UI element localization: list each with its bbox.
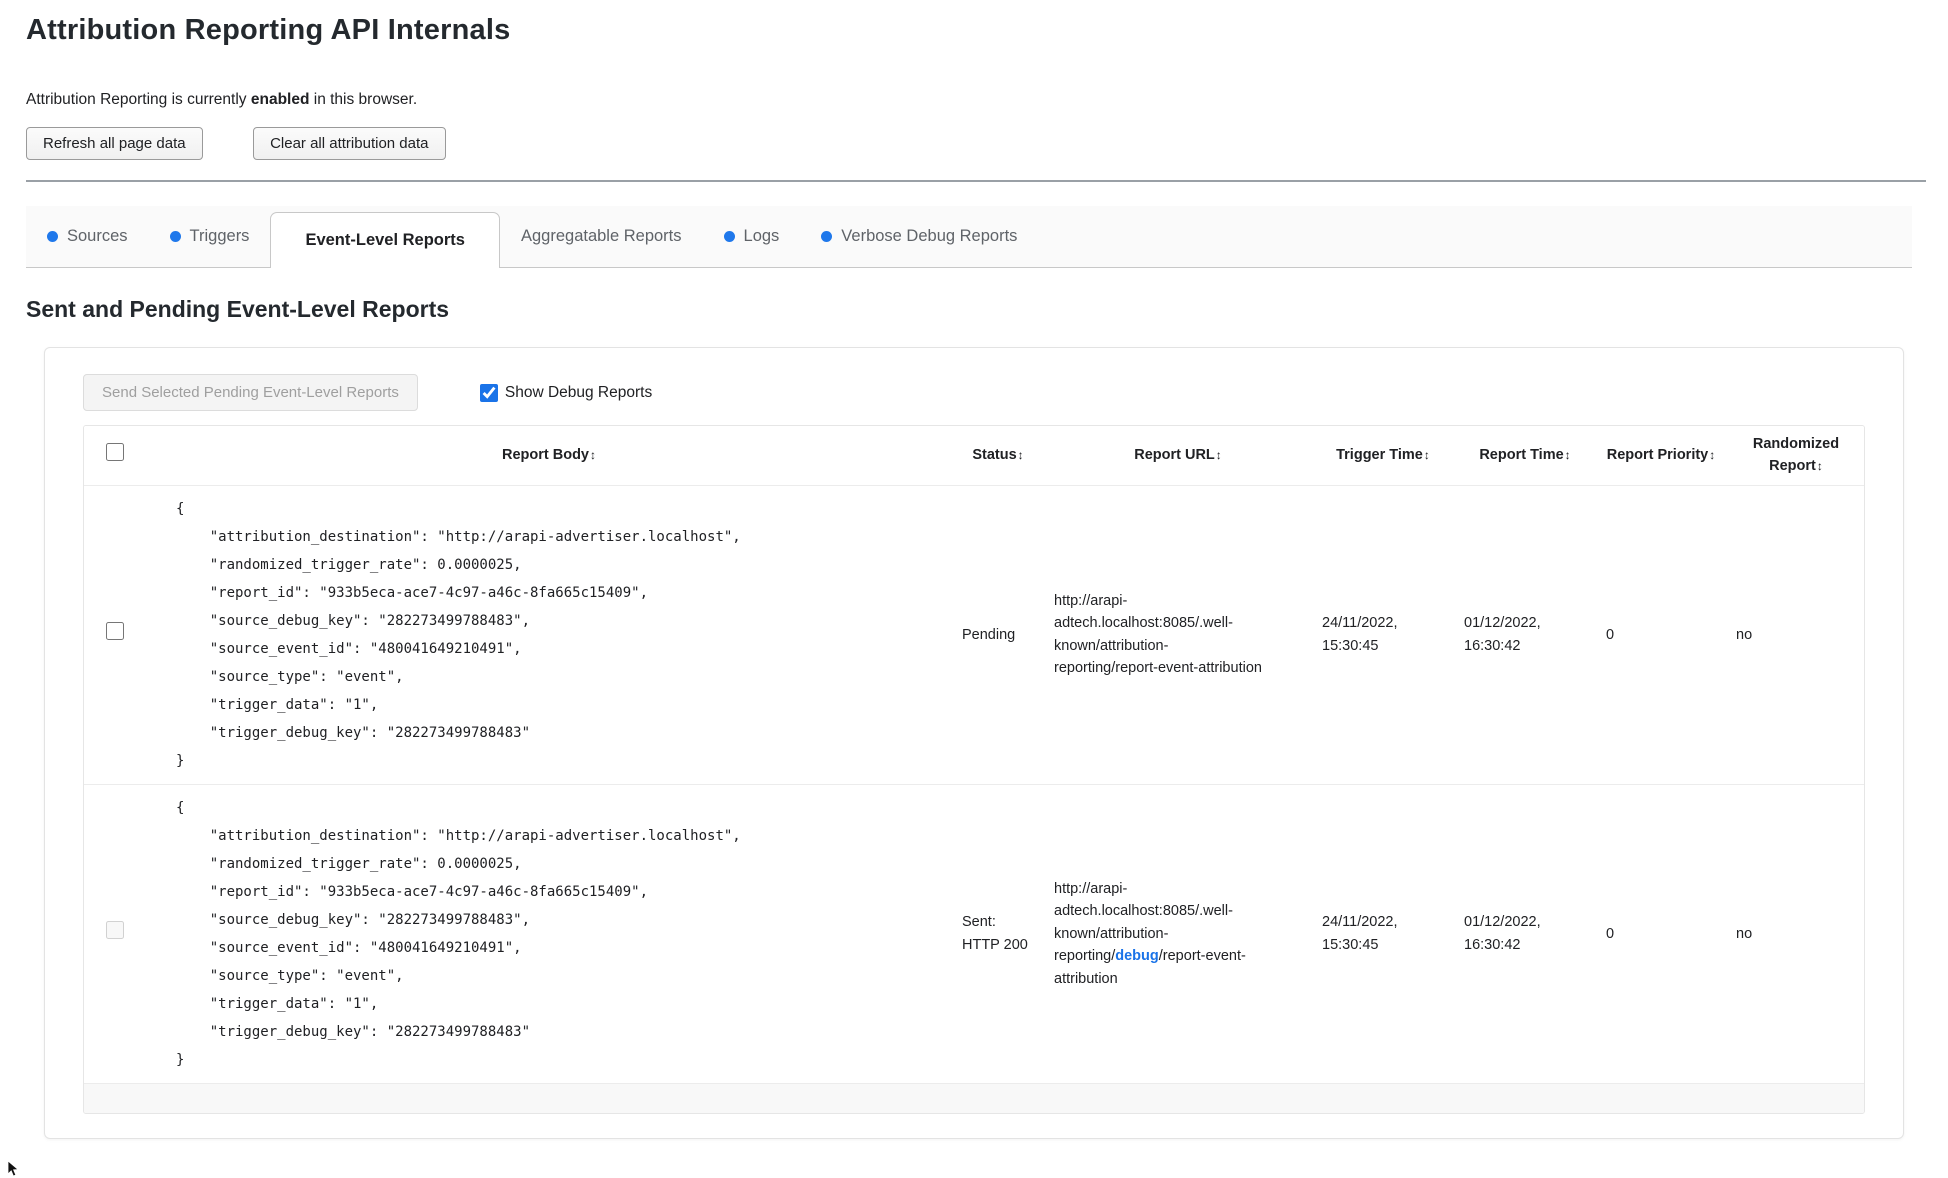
column-header-report-priority[interactable]: Report Priority↕ — [1596, 426, 1726, 486]
status-suffix: in this browser. — [309, 91, 418, 108]
report-body-json: { "attribution_destination": "http://ara… — [176, 500, 741, 769]
sort-icon: ↕ — [590, 448, 596, 463]
status-cell: Sent: HTTP 200 — [962, 914, 1028, 953]
report-priority-cell: 0 — [1606, 626, 1615, 643]
tab-logs[interactable]: Logs — [703, 206, 801, 267]
show-debug-label: Show Debug Reports — [504, 383, 653, 401]
debug-url-link[interactable]: debug — [1115, 948, 1159, 964]
send-selected-reports-button[interactable]: Send Selected Pending Event-Level Report… — [83, 374, 418, 411]
row-select-cell — [84, 784, 146, 1083]
tab-label: Aggregatable Reports — [520, 227, 682, 245]
status-prefix: Attribution Reporting is currently — [26, 91, 251, 108]
report-url-cell: http://arapi-adtech.localhost:8085/.well… — [1044, 485, 1312, 784]
blue-dot-icon — [169, 231, 181, 242]
tab-label: Event-Level Reports — [305, 231, 465, 249]
sort-icon: ↕ — [1215, 448, 1222, 463]
tab-aggregatable-reports[interactable]: Aggregatable Reports — [500, 206, 703, 267]
tab-verbose-debug-reports[interactable]: Verbose Debug Reports — [800, 206, 1038, 267]
refresh-all-button[interactable]: Refresh all page data — [26, 127, 203, 160]
trigger-time-cell: 24/11/2022, 15:30:45 — [1322, 615, 1398, 654]
top-button-row: Refresh all page data Clear all attribut… — [26, 127, 1922, 160]
tab-event-level-reports[interactable]: Event-Level Reports — [270, 212, 500, 268]
clear-all-button[interactable]: Clear all attribution data — [253, 127, 446, 160]
sort-icon: ↕ — [1816, 459, 1823, 474]
tab-strip: Sources Triggers Event-Level Reports Agg… — [26, 206, 1912, 268]
row-select-checkbox[interactable] — [106, 622, 124, 641]
page-divider — [26, 180, 1926, 182]
column-header-report-url[interactable]: Report URL↕ — [1044, 426, 1312, 486]
reports-table-container: Report Body↕ Status↕ Report URL↕ Trigger… — [83, 425, 1865, 1115]
tab-label: Sources — [67, 227, 128, 245]
sort-icon: ↕ — [1564, 448, 1571, 463]
column-header-trigger-time[interactable]: Trigger Time↕ — [1312, 426, 1454, 486]
reports-panel: Send Selected Pending Event-Level Report… — [44, 347, 1904, 1140]
tab-label: Logs — [743, 227, 780, 245]
randomized-report-cell: no — [1736, 626, 1753, 643]
column-header-randomized-report[interactable]: Randomized Report↕ — [1726, 426, 1864, 486]
row-select-cell — [84, 485, 146, 784]
report-url-text: http://arapi-adtech.localhost:8085/.well… — [1054, 593, 1262, 677]
sort-icon: ↕ — [1423, 448, 1430, 463]
select-all-header — [84, 426, 146, 486]
report-time-cell: 01/12/2022, 16:30:42 — [1464, 615, 1541, 654]
blue-dot-icon — [723, 231, 735, 242]
sort-icon: ↕ — [1017, 448, 1024, 463]
sort-icon: ↕ — [1709, 448, 1716, 463]
blue-dot-icon — [821, 231, 833, 242]
tab-label: Verbose Debug Reports — [841, 227, 1018, 245]
report-priority-cell: 0 — [1606, 925, 1615, 942]
reports-table: Report Body↕ Status↕ Report URL↕ Trigger… — [84, 426, 1864, 1114]
panel-controls: Send Selected Pending Event-Level Report… — [83, 374, 1865, 411]
report-body-cell: { "attribution_destination": "http://ara… — [146, 784, 952, 1083]
tab-sources[interactable]: Sources — [26, 206, 149, 267]
table-header-row: Report Body↕ Status↕ Report URL↕ Trigger… — [84, 426, 1864, 486]
report-time-cell: 01/12/2022, 16:30:42 — [1464, 914, 1541, 953]
report-row-pending: { "attribution_destination": "http://ara… — [84, 485, 1864, 785]
report-body-json: { "attribution_destination": "http://ara… — [176, 799, 741, 1068]
feature-status-text: Attribution Reporting is currently enabl… — [26, 91, 1922, 109]
tab-triggers[interactable]: Triggers — [149, 206, 271, 267]
randomized-report-cell: no — [1736, 925, 1753, 942]
status-enabled-emphasis: enabled — [250, 91, 310, 108]
tab-label: Triggers — [189, 227, 250, 245]
blue-dot-icon — [47, 231, 58, 242]
trigger-time-cell: 24/11/2022, 15:30:45 — [1322, 914, 1398, 953]
section-heading: Sent and Pending Event-Level Reports — [26, 296, 450, 322]
column-header-status[interactable]: Status↕ — [952, 426, 1044, 486]
report-row-sent: { "attribution_destination": "http://ara… — [84, 784, 1864, 1084]
show-debug-toggle[interactable]: Show Debug Reports — [479, 383, 653, 402]
page-title: Attribution Reporting API Internals — [26, 14, 511, 46]
column-header-report-body[interactable]: Report Body↕ — [146, 426, 952, 486]
table-footer-strip — [84, 1083, 1864, 1114]
status-cell: Pending — [962, 626, 1016, 643]
show-debug-checkbox[interactable] — [479, 383, 498, 402]
column-header-report-time[interactable]: Report Time↕ — [1454, 426, 1596, 486]
mouse-cursor-icon — [7, 1160, 19, 1177]
report-url-cell: http://arapi-adtech.localhost:8085/.well… — [1054, 880, 1246, 987]
row-select-checkbox-disabled — [106, 921, 124, 940]
report-body-cell: { "attribution_destination": "http://ara… — [146, 485, 952, 784]
select-all-checkbox[interactable] — [106, 442, 124, 461]
